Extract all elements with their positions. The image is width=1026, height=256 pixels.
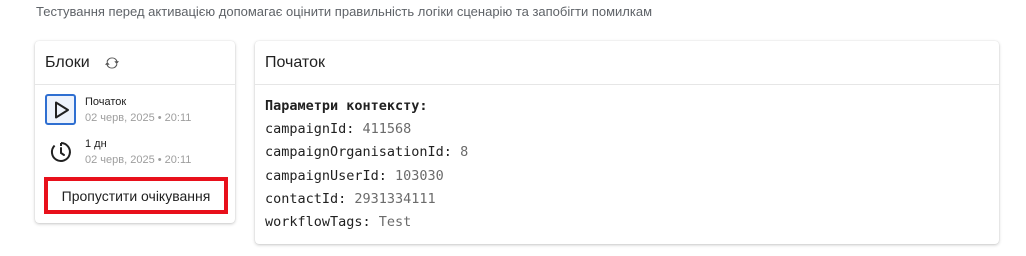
param-value: 2931334111 [354,190,436,207]
context-title: Параметри контексту: [265,98,428,114]
param-key: workflowTags: [265,214,379,231]
blocks-panel-header: Блоки [35,41,235,85]
play-icon [45,94,76,125]
page-subtitle: Тестування перед активацією допомагає оц… [36,4,653,19]
context-param-row: campaignId: 411568 [265,118,989,141]
block-item-name: 1 дн [85,138,107,150]
context-param-row: contactId: 2931334111 [265,188,989,211]
context-param-row: campaignUserId: 103030 [265,165,989,188]
context-param-row: campaignOrganisationId: 8 [265,141,989,164]
block-item-time: 02 черв, 2025 • 20:11 [85,154,192,166]
blocks-panel-title: Блоки [45,53,90,71]
timer-icon [45,136,76,167]
start-panel: Початок Параметри контексту: campaignId:… [255,41,999,244]
skip-wait-button[interactable]: Пропустити очікування [44,177,228,214]
block-item-wait[interactable]: 1 дн 02 черв, 2025 • 20:11 [45,136,191,168]
param-key: campaignUserId: [265,167,396,184]
param-value: Test [378,214,412,231]
start-panel-title: Початок [265,53,325,71]
block-item-name: Початок [85,96,127,108]
start-panel-header: Початок [255,41,999,85]
param-key: campaignId: [265,121,363,138]
context-params: Параметри контексту: campaignId: 411568 … [255,85,999,244]
param-value: 411568 [362,121,412,138]
block-item-start[interactable]: Початок 02 черв, 2025 • 20:11 [45,94,191,126]
blocks-panel: Блоки Початок 02 черв, 2025 • 20:11 1 дн… [35,41,235,223]
param-value: 103030 [395,167,444,184]
param-key: contactId: [265,190,355,207]
param-key: campaignOrganisationId: [265,144,461,161]
param-value: 8 [460,144,469,161]
block-item-time: 02 черв, 2025 • 20:11 [85,112,192,124]
context-param-row: workflowTags: Test [265,211,989,234]
refresh-icon[interactable] [104,55,120,71]
